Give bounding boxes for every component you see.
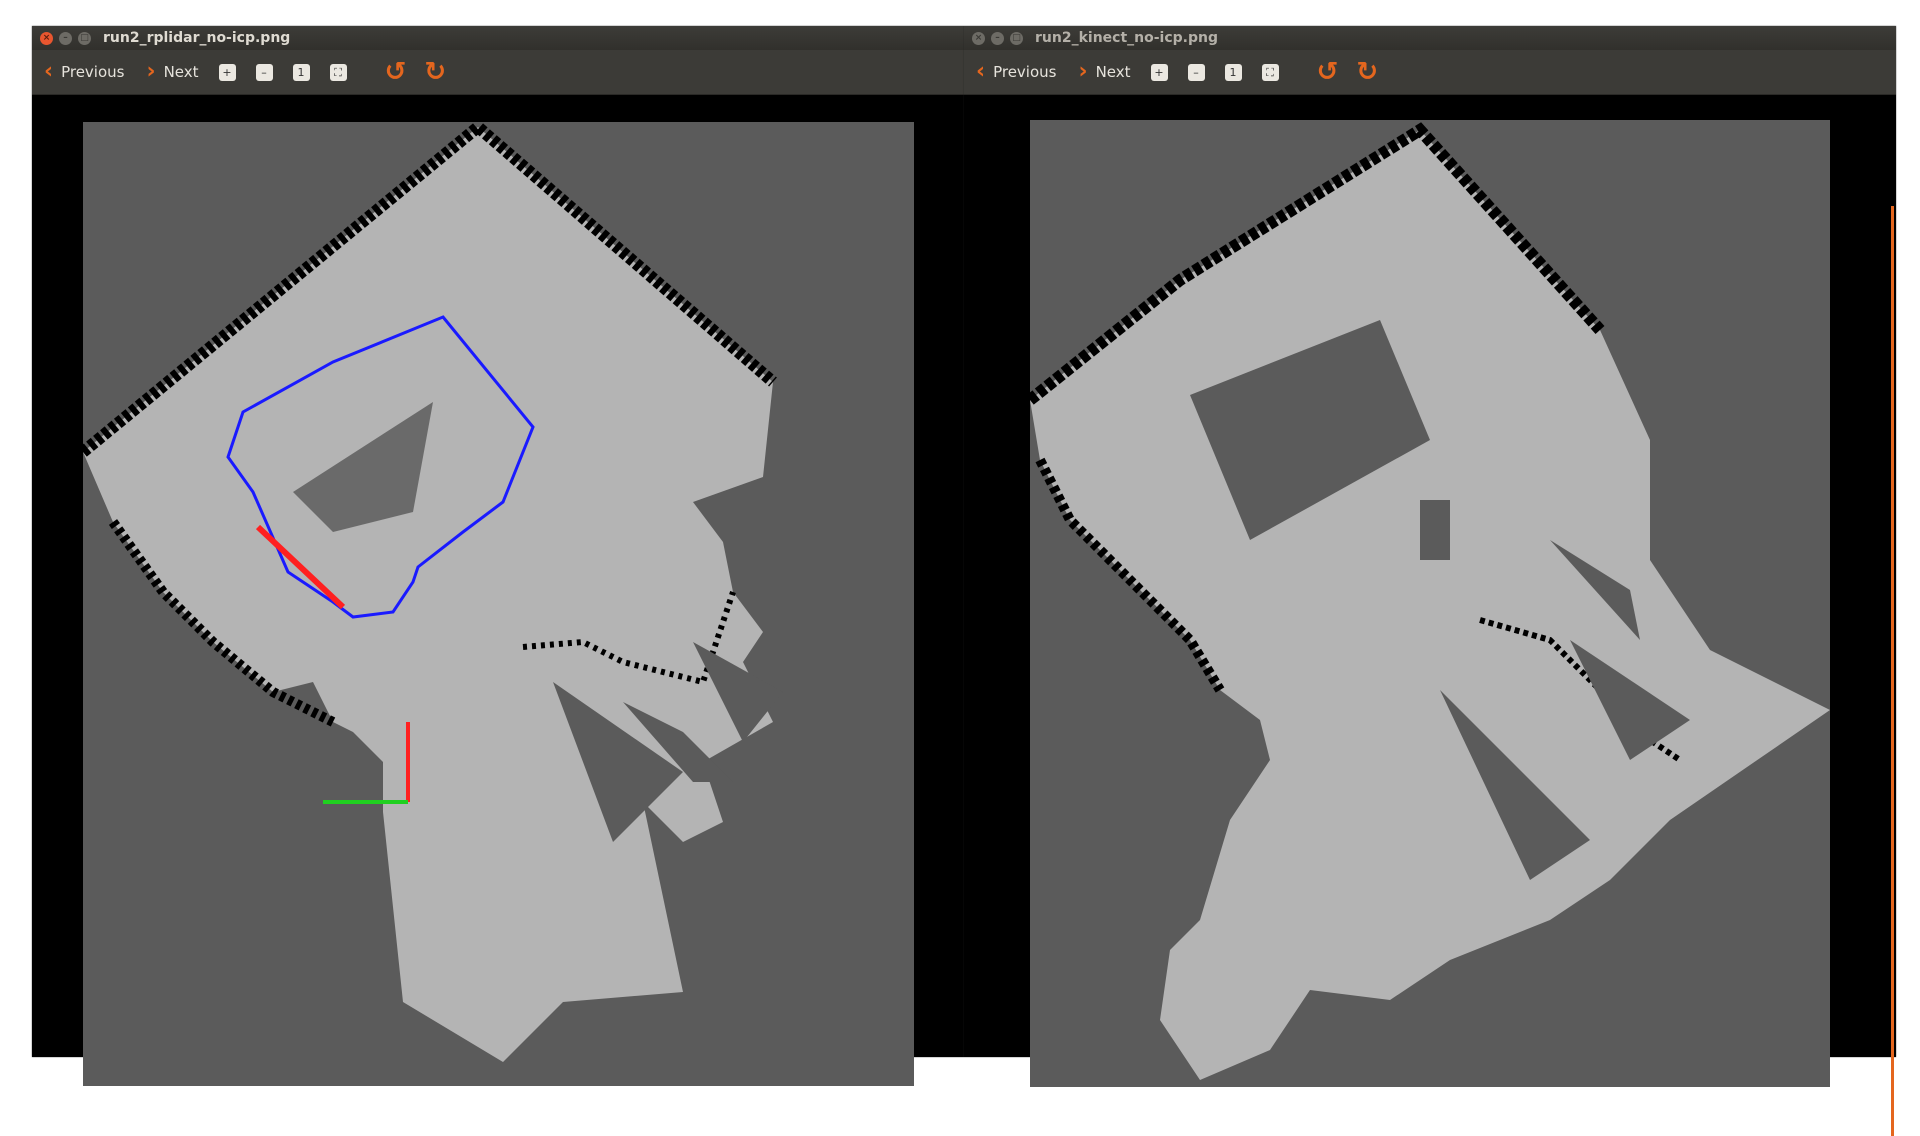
zoom-normal-icon[interactable]: 1: [292, 63, 310, 81]
previous-label: Previous: [993, 63, 1057, 81]
zoom-in-icon[interactable]: +: [218, 63, 236, 81]
image-viewport[interactable]: [964, 95, 1896, 1136]
chevron-left-icon: ‹: [976, 59, 986, 84]
occupancy-map-image: [83, 122, 914, 1086]
zoom-normal-icon[interactable]: 1: [1224, 63, 1242, 81]
close-icon[interactable]: ×: [40, 31, 53, 45]
chevron-left-icon: ‹: [44, 59, 54, 84]
chevron-right-icon: ›: [1078, 59, 1088, 84]
toolbar: ‹ Previous › Next + – 1 ⛶ ↺ ↻: [32, 50, 964, 95]
occupancy-map-image: [1030, 120, 1830, 1087]
toolbar: ‹ Previous › Next + – 1 ⛶ ↺ ↻: [964, 50, 1896, 95]
zoom-out-icon[interactable]: –: [1187, 63, 1205, 81]
next-label: Next: [1095, 63, 1131, 81]
chevron-right-icon: ›: [146, 59, 156, 84]
rotate-left-icon[interactable]: ↺: [385, 59, 407, 85]
minimize-icon[interactable]: –: [59, 31, 72, 45]
rotate-right-icon[interactable]: ↻: [1356, 59, 1378, 85]
previous-label: Previous: [61, 63, 125, 81]
window-title: run2_kinect_no-icp.png: [1035, 30, 1218, 46]
rotate-left-icon[interactable]: ↺: [1317, 59, 1339, 85]
image-viewport[interactable]: [32, 95, 964, 1086]
scroll-edge-indicator: [1891, 206, 1894, 1136]
maximize-icon[interactable]: □: [78, 31, 91, 45]
next-label: Next: [163, 63, 199, 81]
zoom-out-icon[interactable]: –: [255, 63, 273, 81]
occupancy-map-graphic: [83, 122, 783, 1062]
window-title: run2_rplidar_no-icp.png: [103, 30, 291, 46]
occupancy-map-graphic: [1030, 122, 1830, 1080]
previous-button[interactable]: ‹ Previous: [44, 61, 124, 83]
next-button[interactable]: › Next: [1078, 61, 1130, 83]
shadow-region: [1420, 500, 1450, 560]
title-bar[interactable]: × – □ run2_rplidar_no-icp.png: [32, 26, 964, 50]
title-bar[interactable]: × – □ run2_kinect_no-icp.png: [964, 26, 1896, 50]
zoom-in-icon[interactable]: +: [1150, 63, 1168, 81]
close-icon[interactable]: ×: [972, 31, 985, 45]
best-fit-icon[interactable]: ⛶: [1261, 63, 1279, 81]
window-controls: × – □: [40, 31, 91, 45]
free-space-region: [83, 127, 773, 1062]
window-controls: × – □: [972, 31, 1023, 45]
rotate-right-icon[interactable]: ↻: [424, 59, 446, 85]
image-viewer-window-kinect: × – □ run2_kinect_no-icp.png ‹ Previous …: [964, 26, 1896, 1136]
best-fit-icon[interactable]: ⛶: [329, 63, 347, 81]
minimize-icon[interactable]: –: [991, 31, 1004, 45]
next-button[interactable]: › Next: [146, 61, 198, 83]
maximize-icon[interactable]: □: [1010, 31, 1023, 45]
previous-button[interactable]: ‹ Previous: [976, 61, 1056, 83]
image-viewer-window-rplidar: × – □ run2_rplidar_no-icp.png ‹ Previous…: [32, 26, 964, 1086]
